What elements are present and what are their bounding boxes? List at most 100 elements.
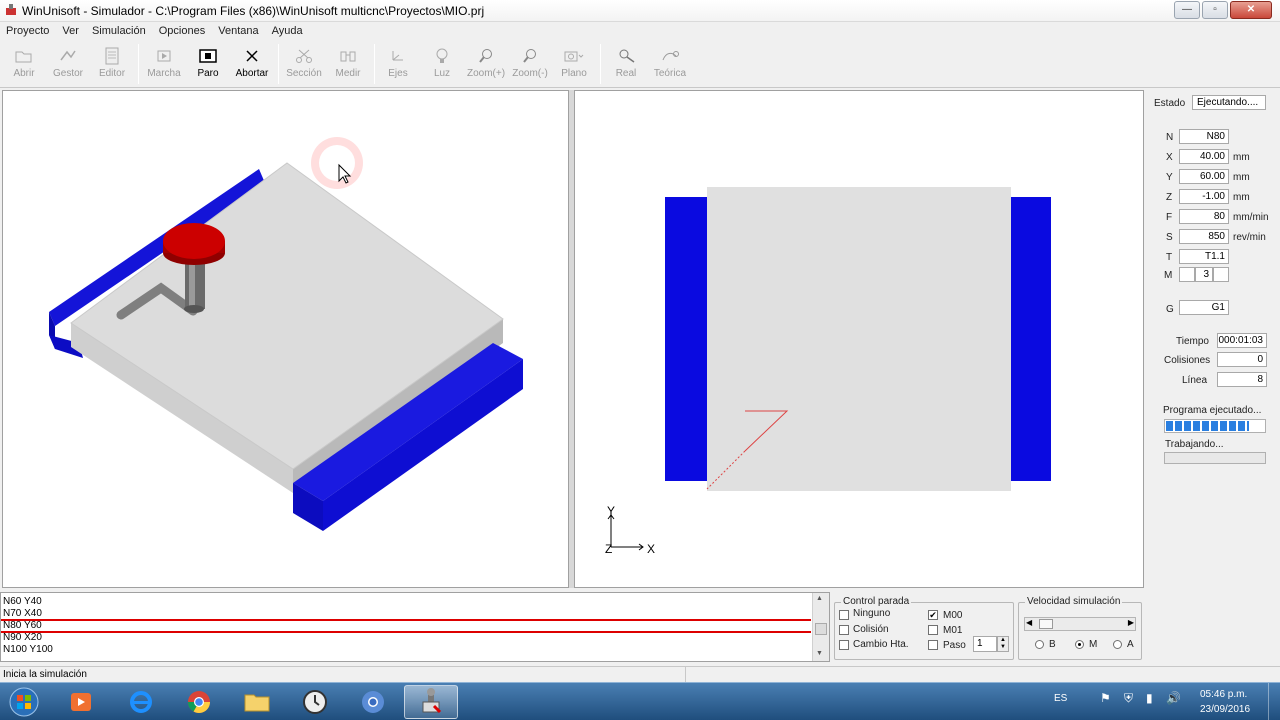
taskbar-chrome-2[interactable]: [346, 685, 400, 719]
clock-date[interactable]: 23/09/2016: [1200, 704, 1250, 715]
abortar-button[interactable]: Abortar: [230, 46, 274, 84]
paso-stepper[interactable]: ▲ ▼: [997, 636, 1009, 652]
workpiece-3d: [49, 137, 523, 531]
speed-a-label: A: [1127, 639, 1134, 650]
code-line[interactable]: N60 Y40: [3, 596, 42, 608]
view-3d[interactable]: [2, 90, 569, 588]
speed-b-radio[interactable]: [1035, 640, 1044, 649]
speed-a-radio[interactable]: [1113, 640, 1122, 649]
ejes-button[interactable]: Ejes: [376, 46, 420, 84]
flag-icon[interactable]: ⚑: [1100, 691, 1111, 705]
programa-progress-bar: [1164, 419, 1266, 433]
m01-checkbox[interactable]: [928, 625, 938, 635]
folder-open-icon: [15, 51, 32, 63]
toolbar: Abrir Gestor Editor Marcha Paro Abortar …: [0, 40, 1280, 88]
taskbar-internet-explorer[interactable]: [114, 685, 168, 719]
clock-time[interactable]: 05:46 p.m.: [1200, 689, 1247, 700]
scroll-up-icon[interactable]: ▲: [816, 595, 823, 602]
z-field: -1.00: [1179, 189, 1229, 204]
taskbar-media-player[interactable]: [54, 685, 108, 719]
speed-b-label: B: [1049, 639, 1056, 650]
luz-button[interactable]: Luz: [420, 46, 464, 84]
m-label: M: [1164, 270, 1173, 281]
manager-icon: [60, 50, 76, 61]
m01-label: M01: [943, 625, 963, 636]
title-bar: WinUnisoft - Simulador - C:\Program File…: [0, 0, 1280, 22]
start-button[interactable]: [0, 685, 48, 719]
teorica-button[interactable]: Teórica: [648, 46, 692, 84]
speed-m-label: M: [1089, 639, 1098, 650]
status-panel: Estado Ejecutando.... N N80 X 40.00 mm Y…: [1146, 90, 1280, 588]
paso-input[interactable]: 1: [973, 636, 997, 652]
slider-left-icon[interactable]: ◀: [1026, 618, 1032, 627]
ninguno-checkbox[interactable]: [839, 610, 849, 620]
chrome-icon: [188, 691, 210, 713]
taskbar-explorer[interactable]: [230, 685, 284, 719]
maximize-button[interactable]: ▫: [1202, 1, 1228, 19]
play-icon: [157, 50, 171, 62]
menu-ventana[interactable]: Ventana: [218, 25, 258, 37]
y-label: Y: [1166, 172, 1173, 183]
plano-button[interactable]: Plano: [552, 46, 596, 84]
show-desktop-button[interactable]: [1268, 683, 1280, 720]
seccion-button[interactable]: Sección: [282, 46, 326, 84]
slider-thumb[interactable]: [1039, 619, 1053, 629]
f-field: 80: [1179, 209, 1229, 224]
minimize-button[interactable]: —: [1174, 1, 1200, 19]
code-line[interactable]: N100 Y100: [3, 644, 53, 656]
taskbar-clock-app[interactable]: [288, 685, 342, 719]
network-icon[interactable]: ▮: [1146, 691, 1153, 705]
media-player-icon: [71, 693, 91, 711]
scroll-thumb[interactable]: [815, 623, 827, 635]
code-line[interactable]: N90 X20: [3, 632, 42, 644]
zoom-out-button[interactable]: Zoom(-): [508, 46, 552, 84]
control-parada-group: Control parada Ninguno Colisión Cambio H…: [834, 596, 1014, 660]
zoom-in-button[interactable]: Zoom(+): [464, 46, 508, 84]
taskbar-winunisoft[interactable]: [404, 685, 458, 719]
measure-icon: [340, 51, 356, 62]
close-button[interactable]: ✕: [1230, 1, 1272, 19]
taskbar-chrome[interactable]: [172, 685, 226, 719]
m00-checkbox[interactable]: ✔: [928, 610, 938, 620]
scroll-down-icon[interactable]: ▼: [816, 650, 823, 657]
speed-m-radio[interactable]: [1075, 640, 1084, 649]
s-label: S: [1166, 232, 1173, 243]
medir-button[interactable]: Medir: [326, 46, 370, 84]
program-listing[interactable]: N60 Y40 N70 X40 N80 Y60 N90 X20 N100 Y10…: [0, 592, 830, 662]
axes-icon: [392, 51, 403, 61]
menu-opciones[interactable]: Opciones: [159, 25, 205, 37]
menu-ver[interactable]: Ver: [62, 25, 79, 37]
slider-right-icon[interactable]: ▶: [1128, 618, 1134, 627]
scissors-icon: [296, 49, 312, 63]
editor-button[interactable]: Editor: [90, 46, 134, 84]
menu-ayuda[interactable]: Ayuda: [272, 25, 303, 37]
n-field: N80: [1179, 129, 1229, 144]
g-field: G1: [1179, 300, 1229, 315]
gestor-button[interactable]: Gestor: [46, 46, 90, 84]
clock-icon: [303, 690, 327, 714]
language-indicator[interactable]: ES: [1054, 693, 1067, 704]
f-unit: mm/min: [1233, 212, 1269, 223]
trabajando-label: Trabajando...: [1165, 439, 1224, 450]
m-field-2: 3: [1195, 267, 1213, 282]
security-icon[interactable]: ⛨: [1124, 691, 1133, 706]
lightbulb-icon: [436, 48, 448, 63]
volume-icon[interactable]: 🔊: [1166, 691, 1181, 705]
t-field: T1.1: [1179, 249, 1229, 264]
current-line-marker-bottom: [1, 631, 811, 633]
listing-scrollbar[interactable]: ▲ ▼: [812, 593, 829, 661]
ninguno-label: Ninguno: [853, 608, 891, 619]
cambio-checkbox[interactable]: [839, 640, 849, 650]
zoom-out-icon: [523, 49, 536, 63]
menu-simulacion[interactable]: Simulación: [92, 25, 146, 37]
view-2d[interactable]: Y Z X: [574, 90, 1144, 588]
velocidad-slider[interactable]: ◀ ▶: [1024, 617, 1136, 631]
folder-icon: [244, 694, 270, 712]
real-button[interactable]: Real: [604, 46, 648, 84]
marcha-button[interactable]: Marcha: [142, 46, 186, 84]
colision-checkbox[interactable]: [839, 625, 849, 635]
paso-checkbox[interactable]: [928, 640, 938, 650]
paro-button[interactable]: Paro: [186, 46, 230, 84]
abrir-button[interactable]: Abrir: [2, 46, 46, 84]
menu-proyecto[interactable]: Proyecto: [6, 25, 49, 37]
